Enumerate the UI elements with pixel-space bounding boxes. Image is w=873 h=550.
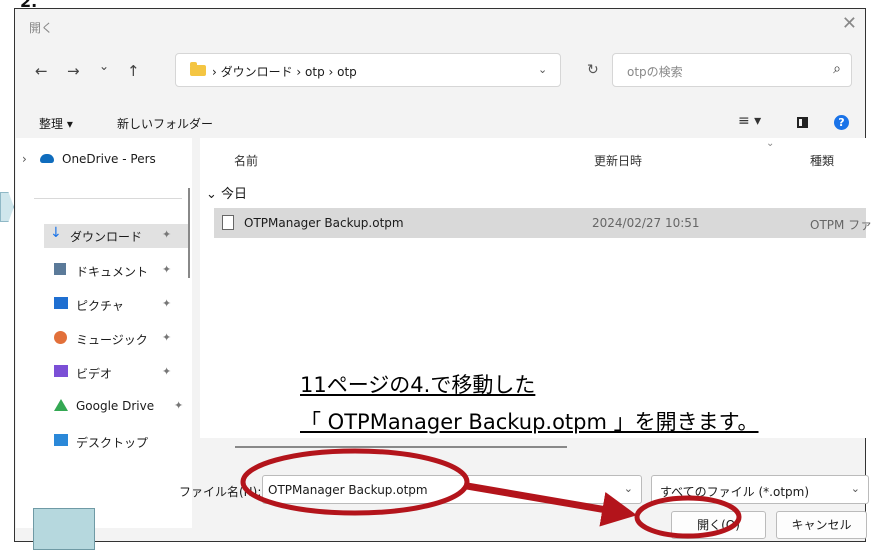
file-icon xyxy=(222,215,234,230)
breadcrumb[interactable]: › ダウンロード › otp › otp xyxy=(212,63,357,80)
sidebar-scrollbar[interactable] xyxy=(188,188,190,278)
close-icon[interactable]: ✕ xyxy=(842,13,857,34)
forward-arrow-icon[interactable]: → xyxy=(67,62,80,80)
sidebar-item-label: ドキュメント xyxy=(76,265,149,279)
filename-field[interactable]: OTPManager Backup.otpm ⌄ xyxy=(262,475,642,504)
sidebar-divider xyxy=(34,198,182,199)
new-folder-button[interactable]: 新しいフォルダー xyxy=(117,115,213,132)
open-button[interactable]: 開く(O) xyxy=(671,511,766,539)
back-arrow-icon[interactable]: ← xyxy=(35,62,48,80)
sidebar-item-label: OneDrive - Pers xyxy=(62,152,156,166)
pin-icon: ✦ xyxy=(162,331,172,344)
pin-icon: ✦ xyxy=(162,263,172,276)
cancel-button[interactable]: キャンセル xyxy=(776,511,867,539)
cloud-icon xyxy=(40,154,54,163)
file-name: OTPManager Backup.otpm xyxy=(244,216,404,230)
filter-dropdown-icon[interactable]: ⌄ xyxy=(851,482,860,495)
sidebar-item-onedrive[interactable]: OneDrive - Pers xyxy=(40,148,200,172)
sidebar-item-downloads[interactable]: ↓ ダウンロード ✦ xyxy=(44,224,188,248)
page-decorative-box xyxy=(33,508,95,550)
view-options-icon[interactable]: ≡ ▾ xyxy=(738,113,761,129)
preview-pane-icon[interactable] xyxy=(797,117,808,128)
dialog-title: 開く xyxy=(29,21,54,35)
video-icon xyxy=(54,365,68,377)
sidebar-item-label: ビデオ xyxy=(76,367,113,381)
pin-icon: ✦ xyxy=(162,365,172,378)
picture-icon xyxy=(54,297,68,309)
file-row[interactable]: OTPManager Backup.otpm 2024/02/27 10:51 … xyxy=(214,208,873,238)
file-type-filter[interactable]: すべてのファイル (*.otpm) ⌄ xyxy=(651,475,869,504)
sidebar-item-music[interactable]: ミュージック ✦ xyxy=(54,327,214,351)
page-arrow-shape xyxy=(0,192,14,222)
navigation-pane: › OneDrive - Pers ↓ ダウンロード ✦ ドキュメント ✦ ピク… xyxy=(16,138,192,528)
sidebar-item-documents[interactable]: ドキュメント ✦ xyxy=(54,259,214,283)
filename-label: ファイル名(N): xyxy=(179,485,262,499)
sidebar-item-label: Google Drive xyxy=(76,399,155,413)
sidebar-item-label: デスクトップ xyxy=(76,436,149,450)
pin-icon: ✦ xyxy=(174,399,184,412)
sidebar-item-desktop[interactable]: デスクトップ xyxy=(54,430,214,454)
file-type-filter-value: すべてのファイル (*.otpm) xyxy=(660,485,810,499)
search-icon[interactable]: ⌕ xyxy=(833,61,841,77)
pin-icon: ✦ xyxy=(162,228,172,241)
download-icon: ↓ xyxy=(50,225,62,241)
column-header-name[interactable]: 名前 xyxy=(234,152,258,169)
sidebar-item-videos[interactable]: ビデオ ✦ xyxy=(54,361,214,385)
address-bar[interactable]: › ダウンロード › otp › otp ⌄ xyxy=(175,53,561,87)
group-header-today[interactable]: ⌄ 今日 xyxy=(206,183,247,202)
file-modified-date: 2024/02/27 10:51 xyxy=(592,216,700,230)
expand-chevron-icon[interactable]: › xyxy=(22,152,27,166)
address-dropdown-icon[interactable]: ⌄ xyxy=(538,63,547,76)
sidebar-item-google-drive[interactable]: Google Drive ✦ xyxy=(54,395,214,419)
desktop-icon xyxy=(54,434,68,446)
music-icon xyxy=(54,331,67,344)
help-icon[interactable]: ? xyxy=(834,115,849,130)
google-drive-icon xyxy=(54,399,68,411)
search-box[interactable]: otpの検索 ⌕ xyxy=(612,53,852,87)
column-header-type[interactable]: 種類 xyxy=(810,152,834,169)
horizontal-scrollbar[interactable] xyxy=(235,446,567,448)
up-arrow-icon[interactable]: ↑ xyxy=(127,62,140,80)
column-header-modified[interactable]: 更新日時 xyxy=(594,152,642,169)
sidebar-item-label: ピクチャ xyxy=(76,299,124,313)
pin-icon: ✦ xyxy=(162,297,172,310)
filename-value: OTPManager Backup.otpm xyxy=(268,483,428,497)
search-input[interactable]: otpの検索 xyxy=(627,63,683,80)
filename-dropdown-icon[interactable]: ⌄ xyxy=(624,482,633,495)
annotation-line-1: 11ページの4.で移動した xyxy=(300,373,536,397)
sidebar-item-pictures[interactable]: ピクチャ ✦ xyxy=(54,293,214,317)
recent-locations-chevron-icon[interactable]: ⌄ xyxy=(99,59,109,73)
organize-menu-button[interactable]: 整理 ▾ xyxy=(39,115,73,132)
sidebar-item-label: ダウンロード xyxy=(70,230,143,244)
document-icon xyxy=(54,263,66,275)
annotation-line-2: 「 OTPManager Backup.otpm 」を開きます。 xyxy=(300,410,759,434)
sort-chevron-icon: ⌄ xyxy=(766,138,775,149)
open-file-dialog: 開く ✕ ← → ⌄ ↑ › ダウンロード › otp › otp ⌄ ↻ ot… xyxy=(14,8,873,542)
file-type: OTPM ファイル xyxy=(810,218,873,232)
sidebar-item-label: ミュージック xyxy=(76,333,148,347)
folder-icon xyxy=(190,62,206,76)
refresh-icon[interactable]: ↻ xyxy=(587,62,599,78)
